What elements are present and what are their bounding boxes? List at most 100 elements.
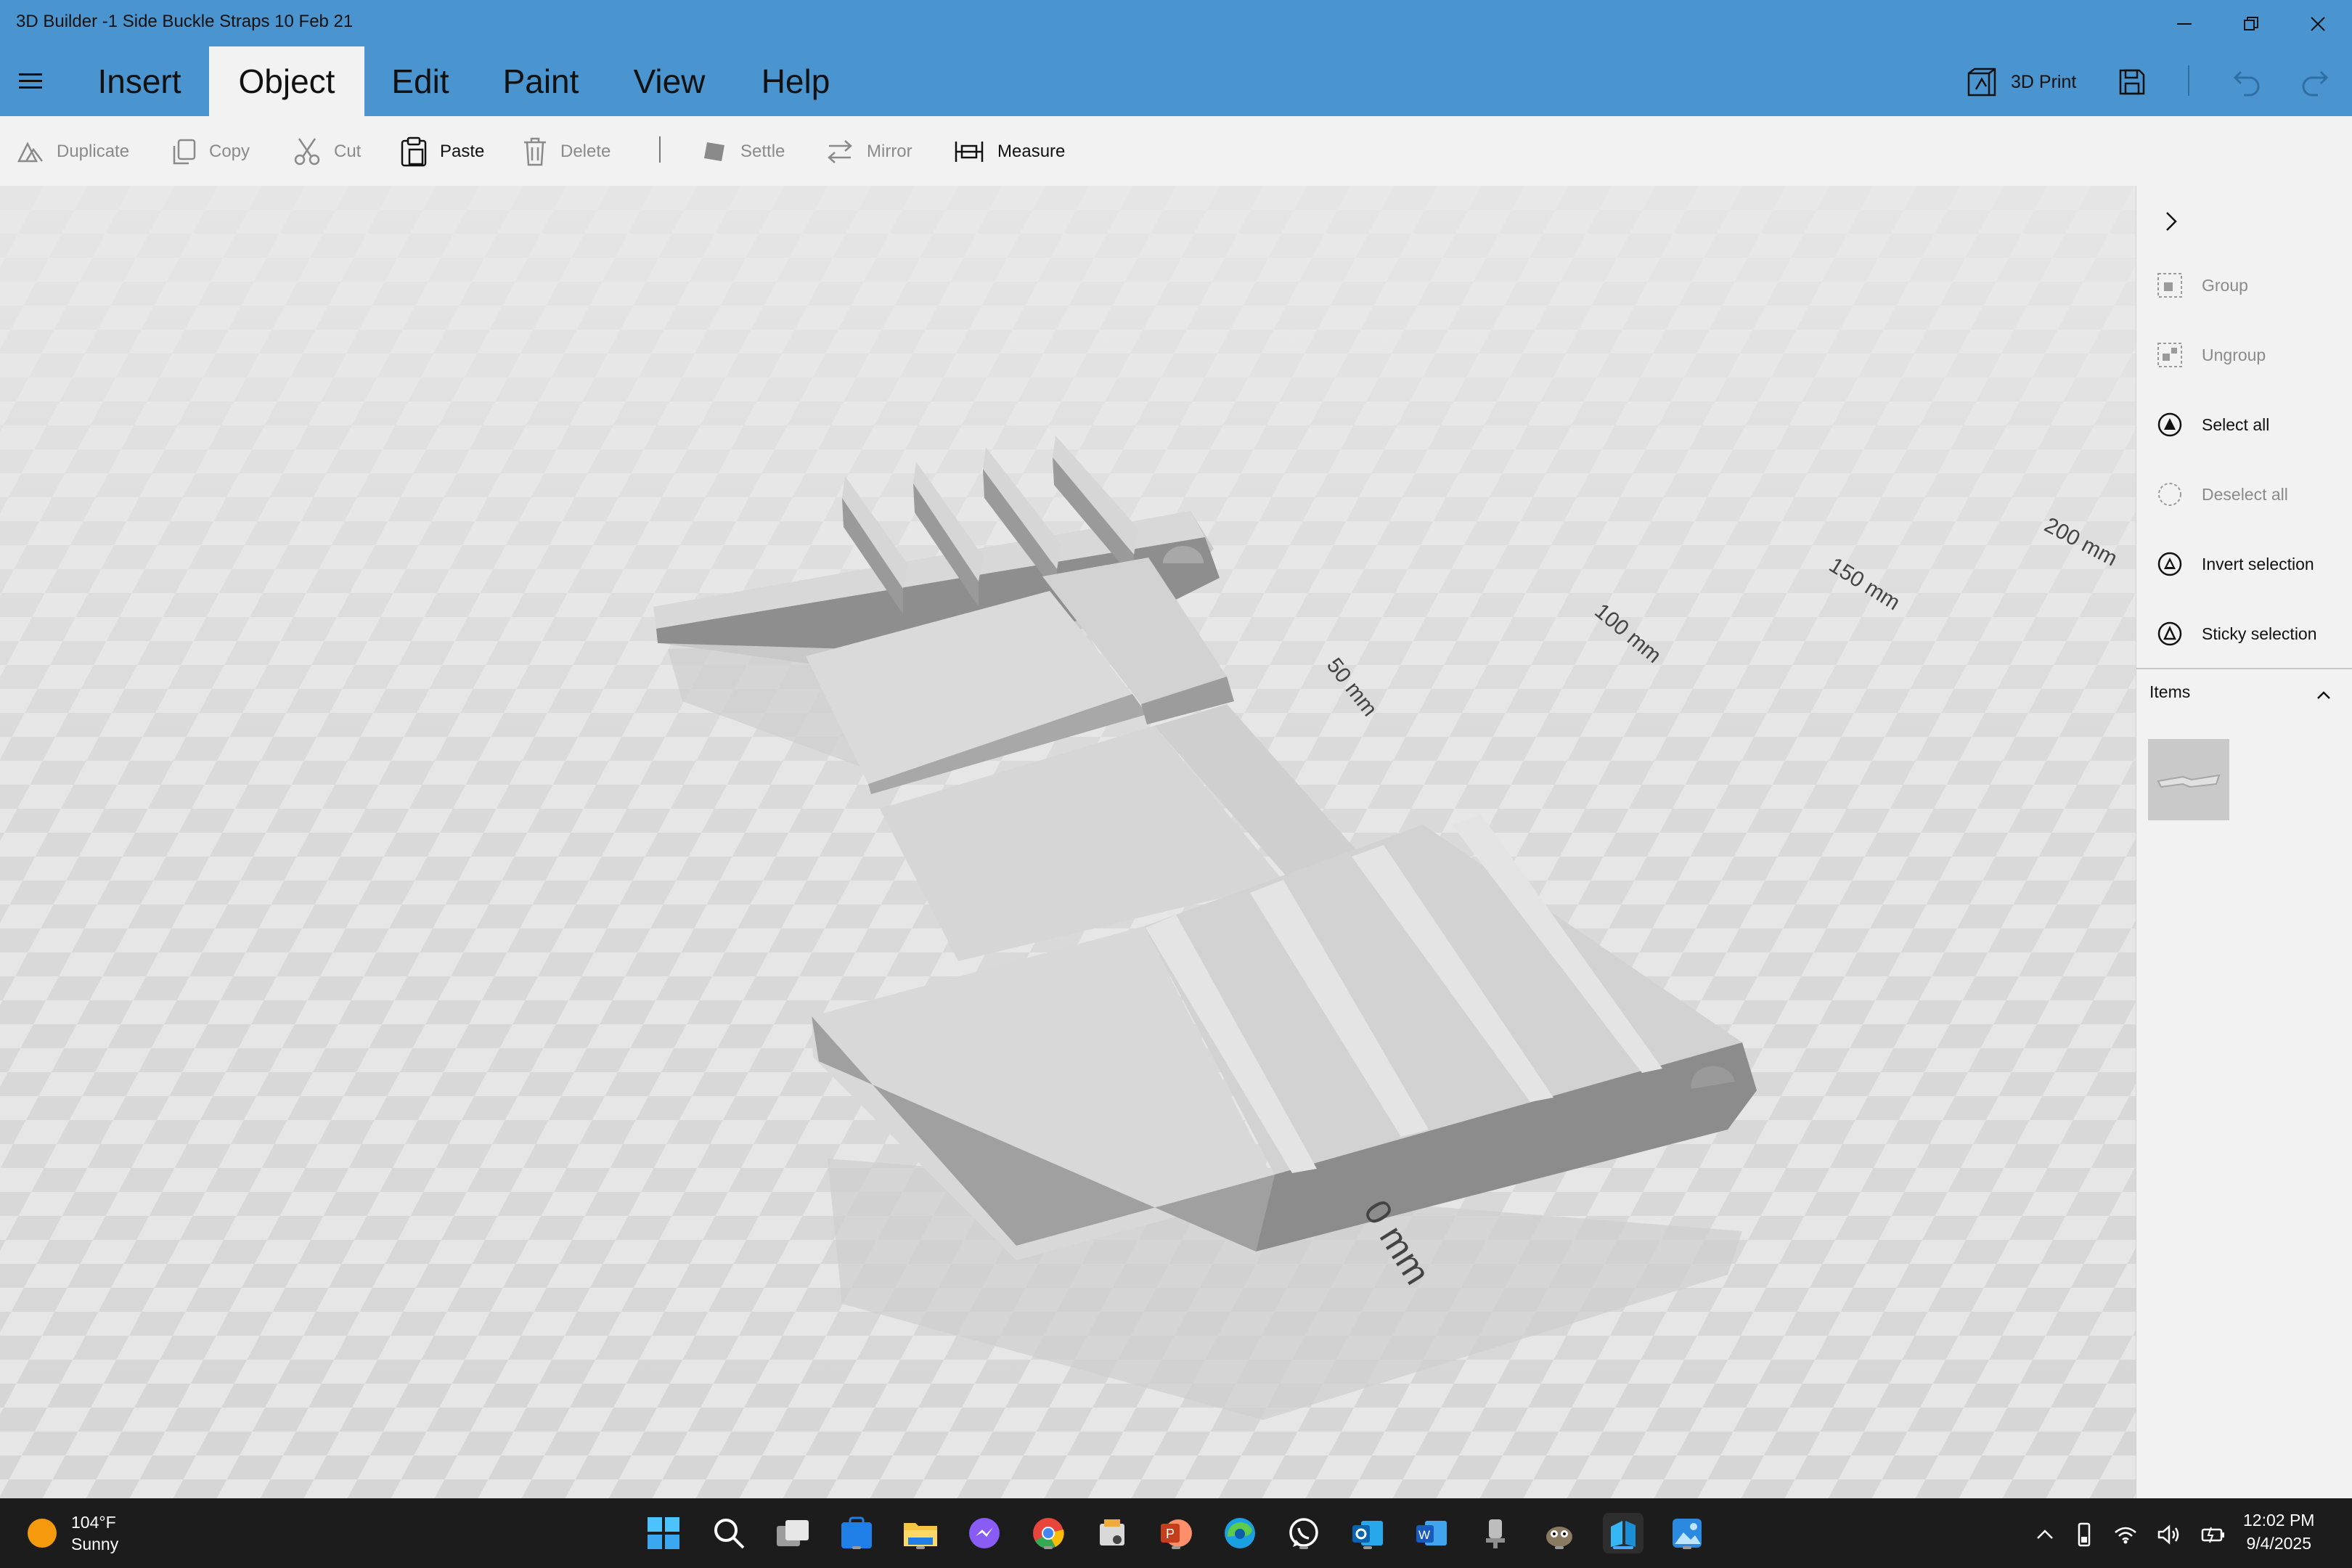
outlook-icon [1352, 1521, 1383, 1545]
settle-label: Settle [740, 142, 785, 161]
copy-button[interactable]: Copy [171, 134, 250, 170]
settle-icon [704, 142, 724, 161]
search-icon [714, 1519, 745, 1549]
redo-icon [2302, 70, 2329, 97]
whatsapp-icon [1289, 1518, 1318, 1547]
toolbar-separator [659, 136, 661, 163]
chevron-right-icon [2166, 212, 2177, 231]
item-thumbnail[interactable] [2148, 739, 2229, 820]
sticky-selection-label: Sticky selection [2202, 624, 2317, 643]
tab-edit[interactable]: Edit [373, 46, 467, 116]
edge-app[interactable] [1220, 1513, 1260, 1553]
usb-drive-icon[interactable] [2075, 1522, 2094, 1547]
tab-view[interactable]: View [624, 46, 714, 116]
3d-builder-icon [1611, 1521, 1636, 1547]
volume-icon[interactable] [2157, 1524, 2181, 1545]
start-button[interactable] [643, 1513, 684, 1553]
restore-icon [2244, 17, 2258, 30]
powerpoint-app[interactable]: P [1156, 1513, 1196, 1553]
delete-button[interactable]: Delete [523, 134, 611, 170]
snipping-tool-app[interactable] [1092, 1513, 1132, 1553]
running-indicator [1555, 1546, 1564, 1549]
wifi-icon[interactable] [2114, 1525, 2137, 1544]
measure-label: Measure [997, 142, 1066, 161]
hamburger-icon [19, 73, 42, 89]
messenger-app[interactable] [964, 1513, 1005, 1553]
gimp-app[interactable] [1539, 1513, 1580, 1553]
tab-insert[interactable]: Insert [81, 46, 197, 116]
duplicate-label: Duplicate [57, 142, 130, 161]
minimize-button[interactable] [2152, 6, 2217, 42]
panel-collapse-button[interactable] [2157, 203, 2186, 240]
selection-panel: Group Ungroup Select all Deselect all In… [2136, 186, 2352, 1498]
close-button[interactable] [2285, 6, 2351, 42]
items-collapse-button[interactable] [2309, 681, 2338, 710]
save-icon [2119, 69, 2145, 95]
restore-button[interactable] [2218, 6, 2284, 42]
duplicate-button[interactable]: Duplicate [17, 134, 129, 170]
store-icon [841, 1516, 872, 1548]
store-app[interactable] [836, 1513, 877, 1553]
whatsapp-app[interactable] [1283, 1513, 1324, 1553]
settle-button[interactable]: Settle [701, 134, 785, 170]
group-button[interactable]: Group [2157, 267, 2248, 303]
select-all-button[interactable]: Select all [2157, 407, 2269, 443]
word-icon: W [1416, 1521, 1447, 1545]
word-app[interactable]: W [1411, 1513, 1452, 1553]
file-explorer-app[interactable] [900, 1513, 941, 1553]
task-view-button[interactable] [772, 1513, 813, 1553]
deselect-all-label: Deselect all [2202, 484, 2288, 504]
microphone-icon [1486, 1519, 1505, 1548]
measure-icon [955, 142, 984, 162]
outlook-app[interactable] [1347, 1513, 1388, 1553]
sticky-selection-button[interactable]: Sticky selection [2157, 616, 2317, 652]
tab-paint[interactable]: Paint [494, 46, 588, 116]
items-section-label: Items [2149, 682, 2191, 701]
select-all-label: Select all [2202, 415, 2270, 434]
mirror-button[interactable]: Mirror [826, 134, 912, 170]
hamburger-menu-button[interactable] [16, 67, 45, 96]
3d-viewport[interactable]: 50 mm 100 mm 150 mm 200 mm 0 mm [0, 186, 2136, 1498]
chrome-app[interactable] [1028, 1513, 1069, 1553]
delete-label: Delete [560, 142, 611, 161]
deselect-all-icon [2158, 483, 2181, 506]
undo-button[interactable] [2229, 64, 2265, 100]
running-indicator [1299, 1546, 1308, 1549]
measure-button[interactable]: Measure [954, 134, 1065, 170]
redo-button[interactable] [2297, 64, 2333, 100]
duplicate-icon [17, 142, 43, 163]
cut-button[interactable]: Cut [293, 134, 361, 170]
group-label: Group [2202, 275, 2248, 295]
sun-icon [28, 1519, 57, 1548]
deselect-all-button[interactable]: Deselect all [2157, 476, 2288, 513]
battery-icon[interactable] [2201, 1525, 2226, 1544]
model-thumbnail-icon [2157, 774, 2221, 788]
3d-print-icon [1967, 68, 1996, 97]
group-icon [2157, 273, 2182, 298]
save-button[interactable] [2114, 64, 2150, 100]
messenger-icon [969, 1518, 1000, 1548]
object-toolbar: Duplicate Copy Cut Paste Delete Settle M… [0, 116, 2352, 186]
mirror-label: Mirror [867, 142, 912, 161]
chevron-up-icon[interactable] [2035, 1527, 2054, 1542]
photos-app[interactable] [1667, 1513, 1707, 1553]
3d-builder-app[interactable] [1603, 1513, 1643, 1553]
cut-label: Cut [334, 142, 362, 161]
weather-widget[interactable]: 104°F Sunny [28, 1510, 118, 1556]
invert-selection-icon [2157, 552, 2182, 576]
voice-recorder-app[interactable] [1475, 1513, 1516, 1553]
3d-print-button[interactable]: 3D Print [1966, 64, 2076, 100]
tab-help[interactable]: Help [751, 46, 841, 116]
taskbar-clock[interactable]: 12:02 PM 9/4/2025 [2243, 1508, 2314, 1555]
invert-selection-label: Invert selection [2202, 554, 2314, 573]
paste-button[interactable]: Paste [401, 134, 484, 170]
weather-condition: Sunny [71, 1535, 119, 1553]
clock-date: 9/4/2025 [2246, 1534, 2311, 1553]
title-bar: 3D Builder -1 Side Buckle Straps 10 Feb … [0, 0, 2352, 116]
tab-object[interactable]: Object [209, 46, 364, 116]
invert-selection-button[interactable]: Invert selection [2157, 546, 2314, 582]
clock-time: 12:02 PM [2243, 1511, 2315, 1530]
ungroup-button[interactable]: Ungroup [2157, 337, 2266, 373]
chevron-up-icon [2317, 691, 2330, 699]
search-button[interactable] [709, 1513, 749, 1553]
